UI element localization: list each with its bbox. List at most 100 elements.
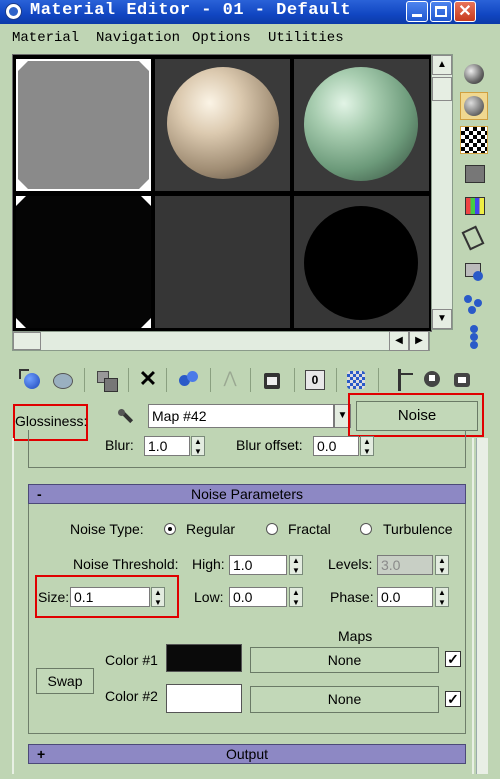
scroll-thumb[interactable] (432, 77, 452, 101)
sample-type-sphere-icon[interactable] (460, 60, 488, 88)
make-preview-icon[interactable] (460, 224, 488, 252)
low-label: Low: (194, 589, 224, 605)
low-spinner[interactable]: ▲ ▼ (289, 587, 303, 607)
color2-swatch[interactable] (166, 684, 242, 713)
size-input[interactable]: 0.1 (70, 587, 150, 607)
material-sphere (304, 206, 418, 320)
phase-input[interactable]: 0.0 (377, 587, 433, 607)
maximize-icon (435, 6, 447, 17)
blur-offset-input[interactable]: 0.0 (313, 436, 359, 456)
sample-slot-2[interactable] (155, 59, 290, 191)
size-label: Size: (38, 589, 70, 605)
sample-slots (12, 54, 432, 332)
sample-slot-1[interactable] (16, 59, 151, 191)
size-spinner[interactable]: ▲ ▼ (151, 587, 165, 607)
minimize-icon (412, 14, 422, 17)
high-spinner[interactable]: ▲ ▼ (289, 555, 303, 575)
color2-map-checkbox[interactable]: ✓ (445, 691, 461, 707)
scroll-down-icon[interactable]: ▼ (432, 309, 452, 329)
video-color-check-icon[interactable] (460, 192, 488, 220)
phase-label: Phase: (330, 589, 374, 605)
turbulence-label: Turbulence (383, 521, 453, 537)
close-icon: ✕ (458, 3, 472, 20)
close-button[interactable]: ✕ (454, 1, 476, 22)
maps-header: Maps (338, 628, 373, 644)
noise-parameters-title: Noise Parameters (190, 486, 304, 502)
scroll-up-icon[interactable]: ▲ (432, 55, 452, 75)
noise-parameters-header[interactable]: - Noise Parameters (28, 484, 466, 504)
scroll-right-icon[interactable]: ▶ (409, 331, 429, 351)
pick-material-eyedropper-icon[interactable] (115, 406, 137, 428)
expand-symbol: + (37, 746, 46, 762)
make-unique-icon[interactable] (176, 367, 200, 393)
select-by-material-icon[interactable] (460, 290, 488, 318)
blur-label: Blur: (105, 437, 134, 453)
material-sphere (304, 67, 418, 181)
make-unique-disabled-icon[interactable]: ⋀ (218, 367, 242, 393)
background-checker-icon[interactable] (460, 126, 488, 154)
minimize-button[interactable] (406, 1, 428, 22)
radio-fractal[interactable] (266, 523, 278, 535)
color2-label: Color #2 (105, 688, 158, 704)
material-sphere (167, 67, 279, 179)
scroll-thumb[interactable] (13, 332, 41, 350)
put-to-scene-icon[interactable] (50, 367, 74, 393)
scroll-left-icon[interactable]: ◀ (389, 331, 409, 351)
put-to-library-icon[interactable] (260, 367, 284, 393)
collapse-symbol: - (37, 486, 42, 502)
map-param-label: Glossiness: (15, 413, 88, 429)
phase-spinner[interactable]: ▲ ▼ (435, 587, 449, 607)
levels-spinner[interactable]: ▲ ▼ (435, 555, 449, 575)
maximize-button[interactable] (430, 1, 452, 22)
menu-utilities[interactable]: Utilities (268, 30, 344, 46)
go-forward-to-sibling-icon[interactable] (450, 367, 474, 393)
radio-turbulence[interactable] (360, 523, 372, 535)
color1-map-button[interactable]: None (250, 647, 439, 673)
color2-map-button[interactable]: None (250, 686, 439, 713)
sample-uv-tiling-icon[interactable] (460, 160, 488, 188)
color1-label: Color #1 (105, 652, 158, 668)
menu-options[interactable]: Options (192, 30, 251, 46)
menu-material[interactable]: Material (12, 30, 79, 46)
sample-slot-5[interactable] (155, 196, 290, 328)
swap-button[interactable]: Swap (36, 668, 94, 694)
noise-type-label: Noise Type: (70, 521, 144, 537)
high-label: High: (192, 556, 225, 572)
go-to-parent-icon[interactable] (420, 367, 444, 393)
blur-input[interactable]: 1.0 (144, 436, 190, 456)
slots-vertical-scrollbar[interactable]: ▲ ▼ (431, 54, 453, 330)
high-input[interactable]: 1.0 (229, 555, 287, 575)
options-icon[interactable] (460, 258, 488, 286)
reset-map-icon[interactable]: ✕ (136, 367, 160, 393)
app-icon[interactable] (5, 3, 22, 20)
show-end-result-icon[interactable] (392, 367, 416, 393)
map-name-field[interactable]: Map #42 (148, 404, 334, 428)
map-type-button[interactable]: Noise (356, 401, 478, 431)
material-effects-channel-icon[interactable]: 0 (302, 367, 326, 393)
show-map-in-viewport-icon[interactable] (344, 367, 368, 393)
rollout-scrollbar[interactable] (476, 438, 488, 774)
regular-label: Regular (186, 521, 236, 537)
blur-offset-spinner[interactable]: ▲ ▼ (360, 436, 374, 456)
color1-swatch[interactable] (166, 644, 242, 672)
blur-spinner[interactable]: ▲ ▼ (191, 436, 205, 456)
radio-regular[interactable] (164, 523, 176, 535)
sample-slot-3[interactable] (294, 59, 429, 191)
low-input[interactable]: 0.0 (229, 587, 287, 607)
window-title: Material Editor - 01 - Default (30, 1, 352, 20)
sample-slot-4[interactable] (16, 196, 151, 328)
assign-to-selection-icon[interactable] (94, 367, 118, 393)
output-header[interactable]: + Output (28, 744, 466, 764)
levels-input[interactable]: 3.0 (377, 555, 433, 575)
fractal-label: Fractal (288, 521, 331, 537)
output-title: Output (225, 746, 269, 762)
noise-threshold-label: Noise Threshold: (73, 556, 179, 572)
slots-horizontal-scrollbar[interactable]: ◀ ▶ (12, 331, 430, 351)
menu-navigation[interactable]: Navigation (96, 30, 180, 46)
sample-slot-6[interactable] (294, 196, 429, 328)
backlight-icon[interactable] (460, 92, 488, 120)
material-map-navigator-icon[interactable] (460, 322, 488, 350)
levels-label: Levels: (328, 556, 373, 572)
get-material-icon[interactable] (18, 367, 42, 393)
color1-map-checkbox[interactable]: ✓ (445, 651, 461, 667)
